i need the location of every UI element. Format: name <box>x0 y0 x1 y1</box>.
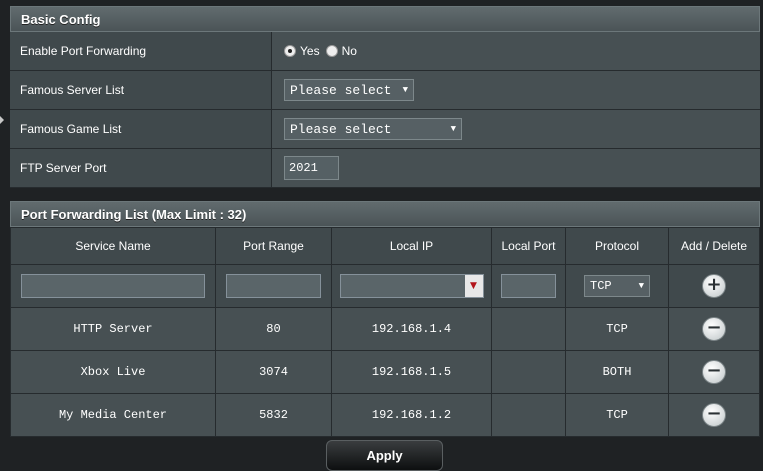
port-forwarding-table: Service Name Port Range Local IP Local P… <box>10 227 760 437</box>
service-cell: Xbox Live <box>10 350 216 394</box>
minus-circle-icon[interactable]: − <box>702 403 726 427</box>
chevron-down-icon: ▼ <box>450 124 456 134</box>
no-radio-label[interactable]: No <box>342 44 357 58</box>
col-service-name: Service Name <box>10 227 216 265</box>
plus-circle-icon[interactable]: + <box>702 274 726 298</box>
protocol-cell: TCP <box>565 393 669 437</box>
local-port-cell <box>491 350 566 394</box>
basic-config-panel: Basic Config Enable Port Forwarding Yes … <box>10 6 760 188</box>
new-entry-row: ▼ TCP ▼ + <box>10 264 760 308</box>
ip-cell: 192.168.1.4 <box>331 307 492 351</box>
port-range-input[interactable] <box>226 274 321 298</box>
col-local-ip: Local IP <box>331 227 492 265</box>
enable-port-forwarding-row: Enable Port Forwarding Yes No <box>10 32 760 71</box>
famous-game-list-row: Famous Game List Please select ▼ <box>10 110 760 149</box>
local-port-cell <box>491 307 566 351</box>
famous-game-select[interactable]: Please select ▼ <box>284 118 462 140</box>
table-row: HTTP Server 80 192.168.1.4 TCP − <box>10 307 760 351</box>
protocol-cell: TCP <box>565 307 669 351</box>
protocol-select[interactable]: TCP ▼ <box>584 275 650 297</box>
port-cell: 5832 <box>215 393 332 437</box>
protocol-select-value: TCP <box>590 279 612 293</box>
enable-port-forwarding-label: Enable Port Forwarding <box>10 32 272 70</box>
no-radio[interactable] <box>325 45 338 57</box>
chevron-down-icon: ▼ <box>638 281 644 291</box>
service-name-input[interactable] <box>21 274 205 298</box>
famous-server-select[interactable]: Please select ▼ <box>284 79 414 101</box>
protocol-cell: BOTH <box>565 350 669 394</box>
collapse-arrow-icon[interactable] <box>0 116 4 124</box>
port-forwarding-panel: Port Forwarding List (Max Limit : 32) Se… <box>10 201 760 437</box>
port-cell: 3074 <box>215 350 332 394</box>
minus-circle-icon[interactable]: − <box>702 360 726 384</box>
ip-dropdown-icon[interactable]: ▼ <box>464 275 483 297</box>
ip-cell: 192.168.1.2 <box>331 393 492 437</box>
col-port-range: Port Range <box>215 227 332 265</box>
famous-server-list-row: Famous Server List Please select ▼ <box>10 71 760 110</box>
famous-game-select-value: Please select <box>290 121 392 137</box>
ftp-server-port-label: FTP Server Port <box>10 149 272 187</box>
minus-circle-icon[interactable]: − <box>702 317 726 341</box>
table-row: Xbox Live 3074 192.168.1.5 BOTH − <box>10 350 760 394</box>
ip-cell: 192.168.1.5 <box>331 350 492 394</box>
famous-game-list-label: Famous Game List <box>10 110 272 148</box>
local-port-cell <box>491 393 566 437</box>
service-cell: My Media Center <box>10 393 216 437</box>
ftp-server-port-row: FTP Server Port 2021 <box>10 149 760 188</box>
local-port-input[interactable] <box>501 274 556 298</box>
table-row: My Media Center 5832 192.168.1.2 TCP − <box>10 393 760 437</box>
yes-radio[interactable] <box>284 45 296 57</box>
port-cell: 80 <box>215 307 332 351</box>
chevron-down-icon: ▼ <box>402 85 408 95</box>
col-add-delete: Add / Delete <box>668 227 760 265</box>
famous-server-list-label: Famous Server List <box>10 71 272 109</box>
famous-server-select-value: Please select <box>290 82 392 98</box>
col-protocol: Protocol <box>565 227 669 265</box>
basic-config-header: Basic Config <box>10 6 760 32</box>
col-local-port: Local Port <box>491 227 566 265</box>
port-forwarding-header: Port Forwarding List (Max Limit : 32) <box>10 201 760 227</box>
local-ip-input[interactable]: ▼ <box>339 274 484 298</box>
service-cell: HTTP Server <box>10 307 216 351</box>
ftp-port-input[interactable]: 2021 <box>284 156 339 180</box>
apply-button[interactable]: Apply <box>326 440 443 471</box>
yes-radio-label[interactable]: Yes <box>300 44 320 58</box>
